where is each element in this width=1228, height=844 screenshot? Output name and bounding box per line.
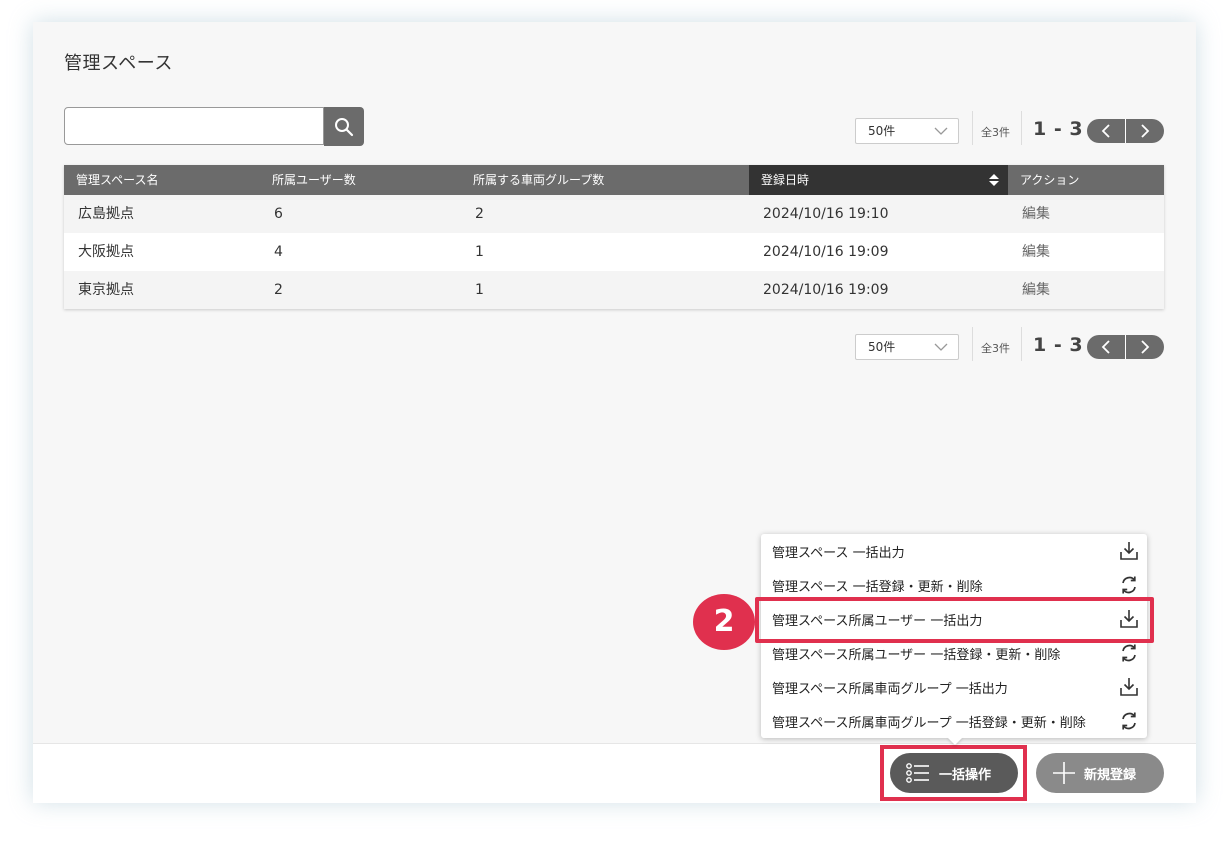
divider bbox=[1021, 111, 1022, 145]
pagination-bottom: 50件 全3件 1 - 3 bbox=[855, 327, 1165, 361]
highlight-box bbox=[755, 597, 1154, 643]
chevron-left-icon bbox=[1101, 124, 1110, 138]
per-page-value: 50件 bbox=[868, 124, 896, 138]
edit-link[interactable]: 編集 bbox=[1008, 195, 1164, 233]
total-count: 全3件 bbox=[981, 126, 1010, 139]
new-registration-button[interactable]: 新規登録 bbox=[1036, 753, 1164, 793]
refresh-icon bbox=[1122, 576, 1136, 594]
main-panel: 管理スペース 50件 全3件 1 - 3 管理スペース名 所属ユーザー数 所属す… bbox=[33, 22, 1196, 803]
divider bbox=[1021, 327, 1022, 361]
menu-item-label: 管理スペース 一括出力 bbox=[772, 546, 905, 561]
menu-item-label: 管理スペース所属ユーザー 一括登録・更新・削除 bbox=[772, 648, 1061, 663]
download-icon bbox=[1120, 678, 1138, 696]
total-count: 全3件 bbox=[981, 342, 1010, 355]
page-range: 1 - 3 bbox=[1033, 118, 1084, 140]
menu-item-group-export[interactable]: 管理スペース所属車両グループ 一括出力 bbox=[761, 670, 1147, 704]
table-row[interactable]: 東京拠点 2 1 2024/10/16 19:09 編集 bbox=[64, 271, 1164, 309]
per-page-select[interactable]: 50件 bbox=[855, 118, 959, 144]
cell-name: 大阪拠点 bbox=[78, 244, 134, 260]
sort-icon bbox=[989, 174, 999, 186]
download-icon bbox=[1120, 542, 1138, 560]
cell-users: 6 bbox=[274, 206, 283, 222]
page-title: 管理スペース bbox=[64, 53, 173, 74]
search-icon bbox=[335, 117, 354, 136]
cell-name: 広島拠点 bbox=[78, 206, 134, 222]
divider bbox=[972, 111, 973, 145]
menu-item-label: 管理スペース所属車両グループ 一括出力 bbox=[772, 682, 1008, 697]
next-page-button[interactable] bbox=[1126, 119, 1164, 143]
cell-date: 2024/10/16 19:10 bbox=[763, 206, 889, 222]
column-header-groups[interactable]: 所属する車両グループ数 bbox=[461, 165, 749, 195]
cell-users: 2 bbox=[274, 282, 283, 298]
column-header-users[interactable]: 所属ユーザー数 bbox=[260, 165, 461, 195]
chevron-down-icon bbox=[934, 343, 948, 351]
per-page-value: 50件 bbox=[868, 340, 896, 354]
cell-groups: 1 bbox=[475, 244, 484, 260]
edit-link[interactable]: 編集 bbox=[1008, 233, 1164, 271]
cell-groups: 2 bbox=[475, 206, 484, 222]
new-registration-label: 新規登録 bbox=[1084, 768, 1137, 783]
edit-link[interactable]: 編集 bbox=[1008, 271, 1164, 309]
page-nav bbox=[1087, 335, 1164, 359]
table-header: 管理スペース名 所属ユーザー数 所属する車両グループ数 登録日時 アクション bbox=[64, 165, 1164, 195]
per-page-select[interactable]: 50件 bbox=[855, 334, 959, 360]
plus-icon bbox=[1053, 762, 1075, 784]
menu-caret bbox=[947, 737, 963, 745]
column-header-date[interactable]: 登録日時 bbox=[749, 165, 1008, 195]
chevron-left-icon bbox=[1101, 340, 1110, 354]
refresh-icon bbox=[1122, 712, 1136, 730]
refresh-icon bbox=[1122, 644, 1136, 662]
column-header-name[interactable]: 管理スペース名 bbox=[64, 165, 260, 195]
cell-name: 東京拠点 bbox=[78, 282, 134, 298]
column-header-date-label: 登録日時 bbox=[761, 173, 810, 187]
prev-page-button[interactable] bbox=[1087, 119, 1125, 143]
page-range: 1 - 3 bbox=[1033, 334, 1084, 356]
highlight-box bbox=[880, 745, 1027, 801]
menu-item-group-import[interactable]: 管理スペース所属車両グループ 一括登録・更新・削除 bbox=[761, 704, 1147, 738]
table-body: 広島拠点 6 2 2024/10/16 19:10 編集 大阪拠点 4 1 20… bbox=[64, 195, 1164, 309]
table-row[interactable]: 大阪拠点 4 1 2024/10/16 19:09 編集 bbox=[64, 233, 1164, 271]
menu-item-label: 管理スペース所属車両グループ 一括登録・更新・削除 bbox=[772, 716, 1086, 731]
chevron-right-icon bbox=[1141, 124, 1150, 138]
chevron-down-icon bbox=[934, 127, 948, 135]
table-row[interactable]: 広島拠点 6 2 2024/10/16 19:10 編集 bbox=[64, 195, 1164, 233]
prev-page-button[interactable] bbox=[1087, 335, 1125, 359]
cell-date: 2024/10/16 19:09 bbox=[763, 282, 889, 298]
pagination-top: 50件 全3件 1 - 3 bbox=[855, 111, 1165, 145]
column-header-action: アクション bbox=[1020, 173, 1080, 187]
menu-item-space-export[interactable]: 管理スペース 一括出力 bbox=[761, 534, 1147, 568]
cell-users: 4 bbox=[274, 244, 283, 260]
menu-item-label: 管理スペース 一括登録・更新・削除 bbox=[772, 580, 983, 595]
cell-groups: 1 bbox=[475, 282, 484, 298]
search-input[interactable] bbox=[64, 107, 324, 145]
cell-date: 2024/10/16 19:09 bbox=[763, 244, 889, 260]
next-page-button[interactable] bbox=[1126, 335, 1164, 359]
chevron-right-icon bbox=[1141, 340, 1150, 354]
management-space-table: 管理スペース名 所属ユーザー数 所属する車両グループ数 登録日時 アクション 広… bbox=[64, 165, 1164, 309]
page-nav bbox=[1087, 119, 1164, 143]
search-button[interactable] bbox=[324, 107, 364, 146]
step-badge: 2 bbox=[693, 594, 755, 650]
divider bbox=[972, 327, 973, 361]
